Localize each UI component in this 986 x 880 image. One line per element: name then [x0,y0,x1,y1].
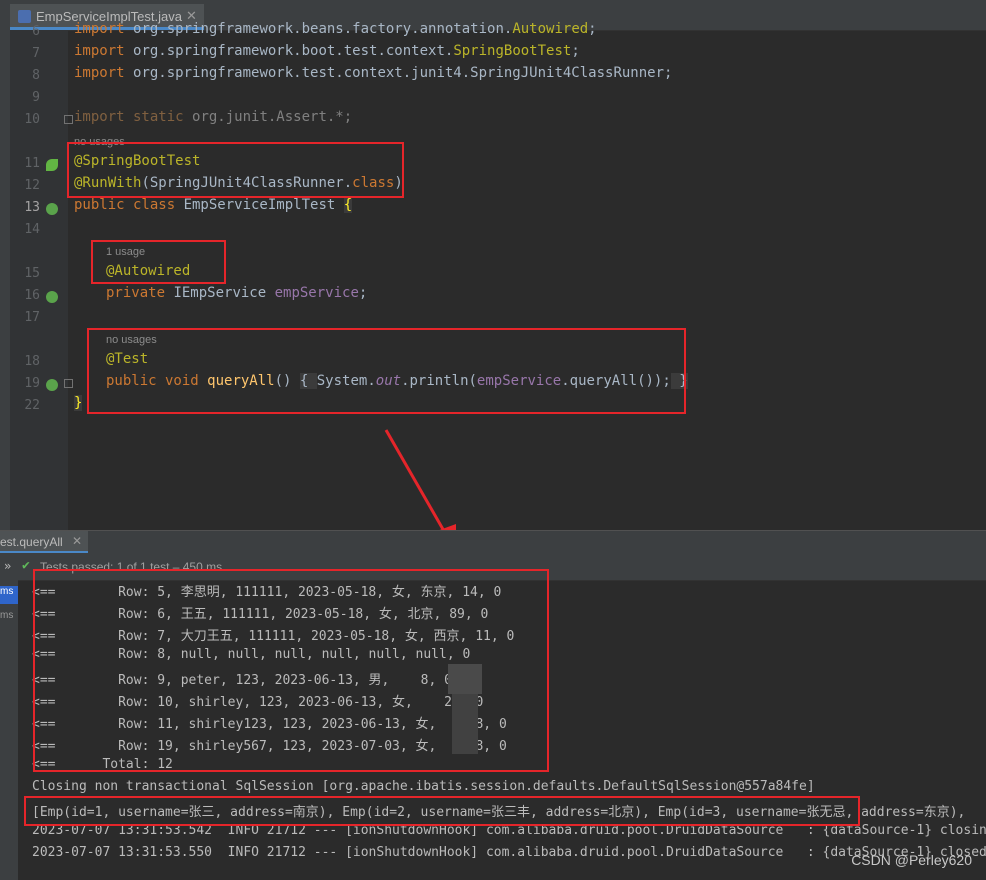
console-line: 2023-07-07 13:31:53.550 INFO 21712 --- [… [32,845,986,860]
fold-marker-icon[interactable] [64,379,73,388]
code-line[interactable]: public class EmpServiceImplTest { [74,197,353,213]
line-number: 7 [32,46,40,61]
highlight-box [67,142,404,198]
line-number: 16 [24,288,40,303]
run-tab[interactable]: est.queryAll ✕ [0,531,88,553]
test-tree-item[interactable]: ms [0,610,13,621]
code-line[interactable]: private IEmpService empService; [106,285,367,301]
line-number: 17 [24,310,40,325]
console-line: Closing non transactional SqlSession [or… [32,779,815,794]
java-file-icon [18,10,31,23]
left-tool-strip [0,30,10,530]
spring-bean-icon[interactable] [46,159,58,171]
code-line[interactable]: import static org.junit.Assert.*; [74,109,352,125]
highlight-box [91,240,226,284]
bean-navigation-icon[interactable] [46,291,58,303]
run-test-class-icon[interactable] [46,203,58,215]
line-number: 19 [24,376,40,391]
code-line[interactable]: } [74,395,83,411]
highlight-box [87,328,686,414]
test-tree-item-selected[interactable]: ms [0,586,18,604]
highlight-box [33,569,549,772]
line-number: 9 [32,90,40,105]
fold-marker-icon[interactable] [64,115,73,124]
line-number: 13 [24,200,40,215]
line-number: 12 [24,178,40,193]
line-gutter: 6 7 8 9 10 11 12 13 14 15 16 17 18 19 22 [10,24,68,530]
run-tab-bar [0,530,986,555]
highlight-box [24,796,860,826]
close-run-tab-icon[interactable]: ✕ [72,534,82,548]
run-test-method-icon[interactable] [46,379,58,391]
run-tab-label: est.queryAll [0,535,63,549]
line-number: 11 [24,156,40,171]
line-number: 14 [24,222,40,237]
code-line[interactable]: import org.springframework.beans.factory… [74,21,597,37]
line-number: 8 [32,68,40,83]
watermark: CSDN @Perley620 [851,852,972,868]
line-number: 18 [24,354,40,369]
check-icon: ✔ [22,558,30,573]
line-number: 22 [24,398,40,413]
code-line[interactable]: import org.springframework.boot.test.con… [74,43,580,59]
line-number: 10 [24,112,40,127]
test-tree-strip: ms ms [0,580,18,880]
line-number: 6 [32,24,40,39]
expand-icon[interactable]: » [4,559,11,573]
line-number: 15 [24,266,40,281]
code-line[interactable]: import org.springframework.test.context.… [74,65,672,81]
